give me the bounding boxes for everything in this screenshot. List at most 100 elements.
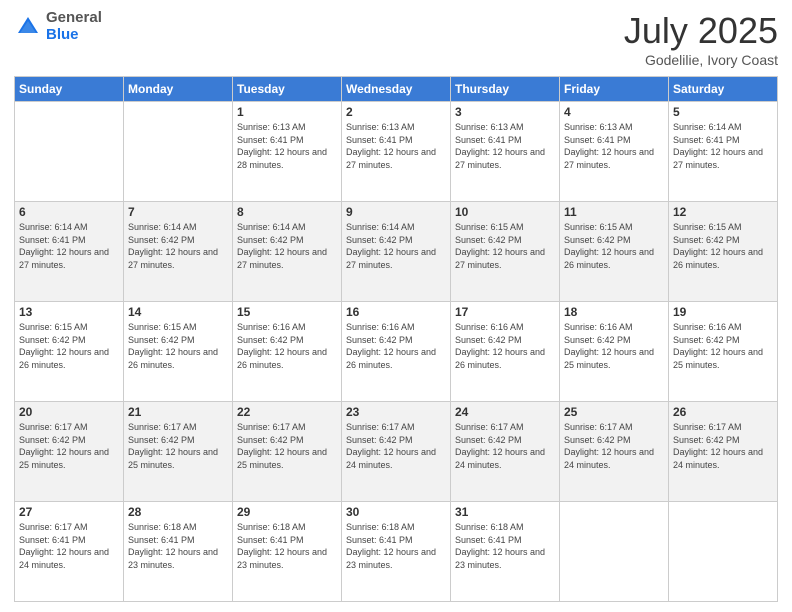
calendar-header-tuesday: Tuesday	[233, 77, 342, 102]
day-info: Sunrise: 6:16 AM Sunset: 6:42 PM Dayligh…	[455, 321, 555, 371]
calendar-cell: 19Sunrise: 6:16 AM Sunset: 6:42 PM Dayli…	[669, 302, 778, 402]
calendar-header-friday: Friday	[560, 77, 669, 102]
calendar-cell: 18 Sunrise: 6:16 AM Sunset: 6:42 PM Dayli…	[560, 302, 669, 402]
calendar-header-saturday: Saturday	[669, 77, 778, 102]
day-number: 23	[346, 405, 446, 419]
calendar-header-thursday: Thursday	[451, 77, 560, 102]
calendar-cell: 11 Sunrise: 6:15 AM Sunset: 6:42 PM Dayli…	[560, 202, 669, 302]
day-info: Sunrise: 6:18 AM Sunset: 6:41 PM Dayligh…	[237, 521, 337, 571]
day-number: 4	[564, 105, 664, 119]
day-info: Sunrise: 6:16 AM Sunset: 6:42 PM Dayligh…	[564, 321, 664, 371]
calendar-header-wednesday: Wednesday	[342, 77, 451, 102]
calendar-cell	[124, 102, 233, 202]
day-number: 8	[237, 205, 337, 219]
calendar-table: SundayMondayTuesdayWednesdayThursdayFrid…	[14, 76, 778, 602]
day-number: 11	[564, 205, 664, 219]
day-info: Sunrise: 6:17 AM Sunset: 6:42 PM Dayligh…	[564, 421, 664, 471]
logo-text: General Blue	[46, 10, 102, 43]
day-info: Sunrise: 6:18 AM Sunset: 6:41 PM Dayligh…	[455, 521, 555, 571]
day-info: Sunrise: 6:16 AM Sunset: 6:42 PM Dayligh…	[673, 321, 773, 371]
calendar-cell: 23Sunrise: 6:17 AM Sunset: 6:42 PM Dayli…	[342, 402, 451, 502]
day-info: Sunrise: 6:15 AM Sunset: 6:42 PM Dayligh…	[19, 321, 119, 371]
day-number: 24	[455, 405, 555, 419]
calendar-cell: 21Sunrise: 6:17 AM Sunset: 6:42 PM Dayli…	[124, 402, 233, 502]
day-number: 15	[237, 305, 337, 319]
calendar-header-monday: Monday	[124, 77, 233, 102]
day-number: 18	[564, 305, 664, 319]
day-number: 28	[128, 505, 228, 519]
calendar-cell: 14 Sunrise: 6:15 AM Sunset: 6:42 PM Dayli…	[124, 302, 233, 402]
calendar-cell: 5 Sunrise: 6:14 AM Sunset: 6:41 PM Daylig…	[669, 102, 778, 202]
calendar-cell: 15 Sunrise: 6:16 AM Sunset: 6:42 PM Dayli…	[233, 302, 342, 402]
day-number: 1	[237, 105, 337, 119]
day-info: Sunrise: 6:17 AM Sunset: 6:42 PM Dayligh…	[455, 421, 555, 471]
day-number: 9	[346, 205, 446, 219]
day-number: 5	[673, 105, 773, 119]
calendar-cell: 30 Sunrise: 6:18 AM Sunset: 6:41 PM Dayli…	[342, 502, 451, 602]
calendar-cell: 17 Sunrise: 6:16 AM Sunset: 6:42 PM Dayli…	[451, 302, 560, 402]
day-number: 13	[19, 305, 119, 319]
day-info: Sunrise: 6:17 AM Sunset: 6:42 PM Dayligh…	[673, 421, 773, 471]
calendar-cell: 2 Sunrise: 6:13 AM Sunset: 6:41 PM Daylig…	[342, 102, 451, 202]
title-area: July 2025 Godelilie, Ivory Coast	[624, 10, 778, 68]
day-number: 17	[455, 305, 555, 319]
day-info: Sunrise: 6:13 AM Sunset: 6:41 PM Dayligh…	[564, 121, 664, 171]
calendar-cell: 4 Sunrise: 6:13 AM Sunset: 6:41 PM Daylig…	[560, 102, 669, 202]
day-number: 22	[237, 405, 337, 419]
day-number: 2	[346, 105, 446, 119]
day-info: Sunrise: 6:15 AM Sunset: 6:42 PM Dayligh…	[564, 221, 664, 271]
calendar-cell: 31Sunrise: 6:18 AM Sunset: 6:41 PM Dayli…	[451, 502, 560, 602]
calendar-week-3: 13 Sunrise: 6:15 AM Sunset: 6:42 PM Dayli…	[15, 302, 778, 402]
day-info: Sunrise: 6:18 AM Sunset: 6:41 PM Dayligh…	[346, 521, 446, 571]
day-info: Sunrise: 6:16 AM Sunset: 6:42 PM Dayligh…	[346, 321, 446, 371]
calendar-cell	[15, 102, 124, 202]
day-info: Sunrise: 6:18 AM Sunset: 6:41 PM Dayligh…	[128, 521, 228, 571]
day-number: 21	[128, 405, 228, 419]
calendar-cell: 25 Sunrise: 6:17 AM Sunset: 6:42 PM Dayli…	[560, 402, 669, 502]
day-info: Sunrise: 6:14 AM Sunset: 6:42 PM Dayligh…	[128, 221, 228, 271]
page: General Blue July 2025 Godelilie, Ivory …	[0, 0, 792, 612]
calendar-cell: 8Sunrise: 6:14 AM Sunset: 6:42 PM Daylig…	[233, 202, 342, 302]
calendar-cell: 13 Sunrise: 6:15 AM Sunset: 6:42 PM Dayli…	[15, 302, 124, 402]
day-info: Sunrise: 6:17 AM Sunset: 6:42 PM Dayligh…	[19, 421, 119, 471]
calendar-week-4: 20Sunrise: 6:17 AM Sunset: 6:42 PM Dayli…	[15, 402, 778, 502]
day-info: Sunrise: 6:15 AM Sunset: 6:42 PM Dayligh…	[128, 321, 228, 371]
day-info: Sunrise: 6:13 AM Sunset: 6:41 PM Dayligh…	[346, 121, 446, 171]
header: General Blue July 2025 Godelilie, Ivory …	[14, 10, 778, 68]
day-number: 12	[673, 205, 773, 219]
calendar-cell: 10Sunrise: 6:15 AM Sunset: 6:42 PM Dayli…	[451, 202, 560, 302]
calendar-cell: 9 Sunrise: 6:14 AM Sunset: 6:42 PM Daylig…	[342, 202, 451, 302]
calendar-week-5: 27Sunrise: 6:17 AM Sunset: 6:41 PM Dayli…	[15, 502, 778, 602]
day-info: Sunrise: 6:15 AM Sunset: 6:42 PM Dayligh…	[673, 221, 773, 271]
calendar-cell	[560, 502, 669, 602]
day-number: 10	[455, 205, 555, 219]
day-info: Sunrise: 6:13 AM Sunset: 6:41 PM Dayligh…	[237, 121, 337, 171]
day-info: Sunrise: 6:14 AM Sunset: 6:41 PM Dayligh…	[19, 221, 119, 271]
day-number: 25	[564, 405, 664, 419]
calendar-header-sunday: Sunday	[15, 77, 124, 102]
day-number: 14	[128, 305, 228, 319]
calendar-cell: 28 Sunrise: 6:18 AM Sunset: 6:41 PM Dayli…	[124, 502, 233, 602]
day-info: Sunrise: 6:17 AM Sunset: 6:42 PM Dayligh…	[237, 421, 337, 471]
day-number: 30	[346, 505, 446, 519]
calendar-cell: 1 Sunrise: 6:13 AM Sunset: 6:41 PM Daylig…	[233, 102, 342, 202]
day-number: 3	[455, 105, 555, 119]
logo: General Blue	[14, 10, 102, 43]
day-number: 6	[19, 205, 119, 219]
day-info: Sunrise: 6:16 AM Sunset: 6:42 PM Dayligh…	[237, 321, 337, 371]
calendar-cell: 20Sunrise: 6:17 AM Sunset: 6:42 PM Dayli…	[15, 402, 124, 502]
calendar-cell: 22 Sunrise: 6:17 AM Sunset: 6:42 PM Dayli…	[233, 402, 342, 502]
day-number: 27	[19, 505, 119, 519]
calendar-cell: 26Sunrise: 6:17 AM Sunset: 6:42 PM Dayli…	[669, 402, 778, 502]
calendar-cell	[669, 502, 778, 602]
day-info: Sunrise: 6:13 AM Sunset: 6:41 PM Dayligh…	[455, 121, 555, 171]
logo-icon	[14, 13, 42, 41]
day-info: Sunrise: 6:14 AM Sunset: 6:41 PM Dayligh…	[673, 121, 773, 171]
calendar-cell: 24 Sunrise: 6:17 AM Sunset: 6:42 PM Dayli…	[451, 402, 560, 502]
calendar-header-row: SundayMondayTuesdayWednesdayThursdayFrid…	[15, 77, 778, 102]
location: Godelilie, Ivory Coast	[624, 52, 778, 68]
day-number: 16	[346, 305, 446, 319]
calendar-cell: 27Sunrise: 6:17 AM Sunset: 6:41 PM Dayli…	[15, 502, 124, 602]
day-info: Sunrise: 6:14 AM Sunset: 6:42 PM Dayligh…	[346, 221, 446, 271]
month-title: July 2025	[624, 10, 778, 52]
